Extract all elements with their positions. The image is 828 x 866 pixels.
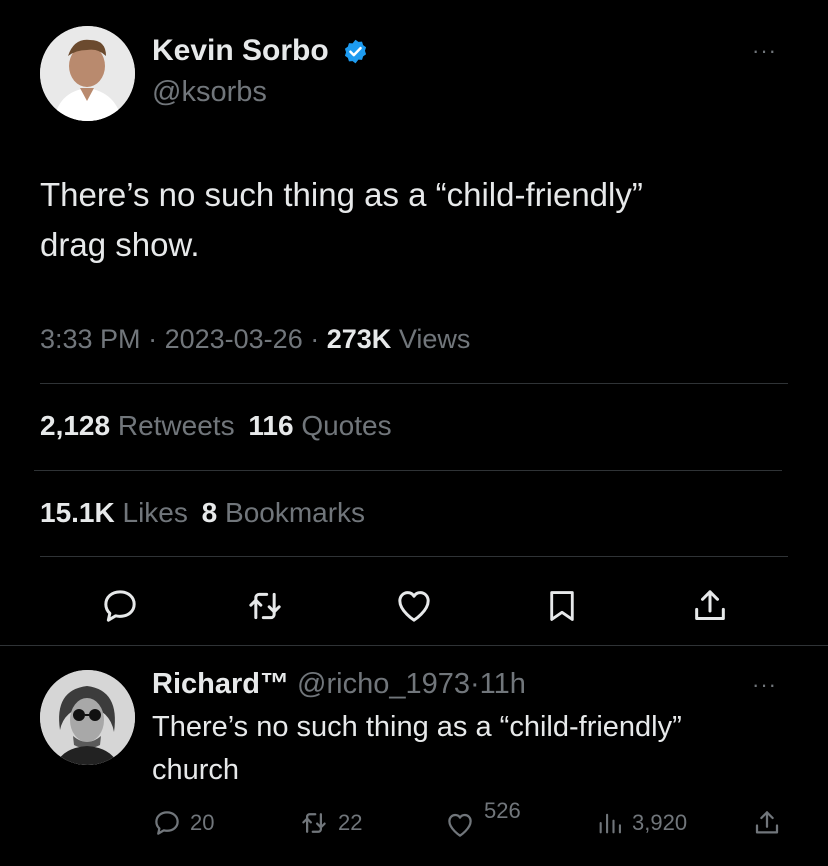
views-count: 273K <box>326 324 392 354</box>
retweet-icon <box>298 808 330 838</box>
likes-label: Likes <box>122 497 188 528</box>
bookmarks-label: Bookmarks <box>225 497 366 528</box>
author-avatar[interactable] <box>40 26 135 121</box>
retweet-icon[interactable] <box>244 586 286 626</box>
reply-author-handle[interactable]: @richo_1973 <box>297 668 470 700</box>
author-handle[interactable]: @ksorbs <box>152 76 267 109</box>
divider <box>40 556 788 557</box>
like-count: 526 <box>484 798 521 823</box>
divider <box>40 383 788 384</box>
reply-reply-button[interactable]: 20 <box>152 808 214 838</box>
tweet-text-line-1: There’s no such thing as a “child-friend… <box>40 176 643 213</box>
reply-separator: · <box>470 668 480 700</box>
tweet-meta: 3:33 PM · 2023-03-26 · 273K Views <box>40 324 470 355</box>
quotes-label: Quotes <box>301 410 392 441</box>
author-avatar-image <box>40 26 135 121</box>
reply-avatar-image <box>40 670 135 765</box>
tweet-date[interactable]: 2023-03-26 <box>165 324 303 354</box>
likes-stat[interactable]: 15.1K Likes <box>40 497 196 528</box>
divider <box>0 645 828 646</box>
retweets-count: 2,128 <box>40 410 111 441</box>
bookmark-icon[interactable] <box>543 586 581 626</box>
likes-count: 15.1K <box>40 497 115 528</box>
divider <box>34 470 782 471</box>
reply-icon[interactable] <box>100 586 140 626</box>
likes-bookmarks-row: 15.1K Likes 8 Bookmarks <box>40 497 365 529</box>
retweets-quotes-row: 2,128 Retweets 116 Quotes <box>40 410 392 442</box>
tweet-time[interactable]: 3:33 PM <box>40 324 141 354</box>
heart-icon[interactable] <box>394 586 434 626</box>
retweet-count: 22 <box>338 810 363 835</box>
bookmarks-stat[interactable]: 8 Bookmarks <box>202 497 365 528</box>
quotes-stat[interactable]: 116 Quotes <box>248 410 391 441</box>
tweet-text-line-2: drag show. <box>40 226 200 263</box>
reply-text-line-1: There’s no such thing as a “child-friend… <box>152 711 682 743</box>
bookmarks-count: 8 <box>201 497 218 528</box>
retweets-label: Retweets <box>117 410 235 441</box>
reply-text-line-2: church <box>152 754 240 786</box>
reply-author-name[interactable]: Richard™ <box>152 668 289 700</box>
reply-header: Richard™ @richo_1973·11h <box>152 668 526 701</box>
quotes-count: 116 <box>248 410 294 441</box>
reply-count: 20 <box>190 810 215 835</box>
heart-icon <box>444 810 476 840</box>
views-count: 3,920 <box>632 810 688 835</box>
reply-author-avatar[interactable] <box>40 670 135 765</box>
reply-views-button[interactable]: 3,920 <box>596 808 687 838</box>
retweets-stat[interactable]: 2,128 Retweets <box>40 410 242 441</box>
reply-more-icon[interactable]: ··· <box>752 674 777 696</box>
views-icon <box>596 808 624 838</box>
reply-retweet-button[interactable]: 22 <box>298 808 362 838</box>
reply-icon <box>152 808 182 838</box>
meta-separator: · <box>148 324 158 354</box>
share-icon[interactable] <box>690 586 730 626</box>
verified-badge-icon <box>342 38 369 65</box>
meta-separator: · <box>310 324 320 354</box>
author-name[interactable]: Kevin Sorbo <box>152 34 329 68</box>
more-icon[interactable]: ··· <box>752 40 777 62</box>
reply-share-icon[interactable] <box>752 808 782 838</box>
views-label: Views <box>398 324 471 354</box>
reply-time[interactable]: 11h <box>480 668 526 700</box>
reply-like-button[interactable]: 526 <box>444 798 521 840</box>
